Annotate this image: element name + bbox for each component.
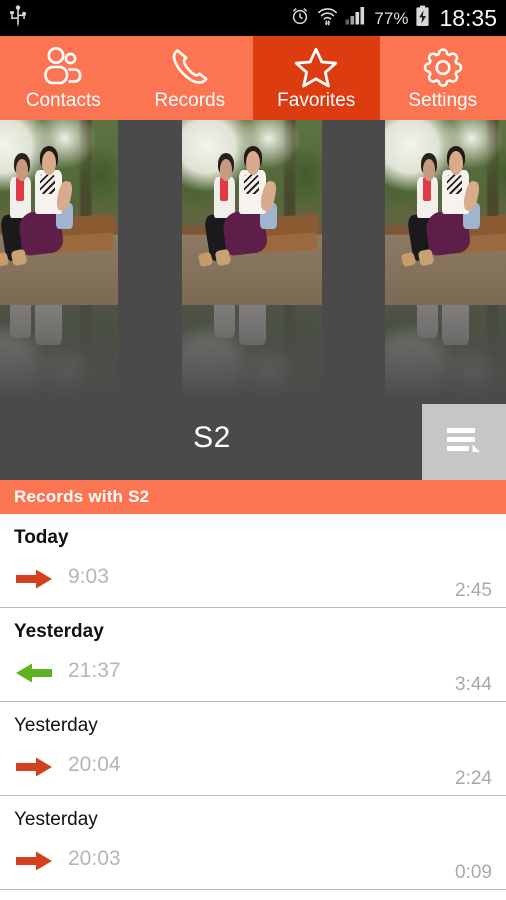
records-section-header: Records with S2 [0,480,506,514]
gear-icon [421,44,465,90]
person-shape [221,305,269,307]
person-shape [400,251,416,268]
record-time-label: 9:03 [68,565,109,588]
person-shape [35,305,62,346]
person-shape [417,248,434,266]
record-duration-label: 2:45 [455,580,492,601]
photo-reflection [385,305,506,395]
person-shape [243,173,259,194]
carousel-slide-center[interactable] [182,120,322,395]
tab-records[interactable]: Records [127,36,254,120]
person-shape [17,305,65,307]
usb-icon [8,4,28,32]
person-shape [39,173,55,194]
photo-reflection [0,305,118,395]
photo-reflection-inner [182,305,322,395]
record-day-label: Yesterday [14,715,98,736]
record-day-label: Yesterday [14,809,98,830]
table-row[interactable]: Yesterday 20:04 2:24 [0,702,506,796]
carousel-slide-right[interactable] [385,120,506,395]
photo-artwork [182,120,322,305]
photo-reflection-inner [0,305,118,395]
person-shape [10,305,32,338]
person-shape [214,248,231,266]
list-menu-icon [444,423,484,462]
tab-settings[interactable]: Settings [380,36,506,120]
person-shape [219,177,229,202]
tab-contacts-label: Contacts [25,90,101,111]
carousel-slide-left[interactable] [0,120,118,395]
person-shape [15,177,25,202]
star-icon [293,44,339,90]
person-shape [10,248,27,266]
contact-photo [385,120,506,305]
record-duration-label: 3:44 [455,674,492,695]
photo-artwork [385,120,506,305]
tab-contacts[interactable]: Contacts [0,36,127,120]
person-shape [197,251,213,268]
record-duration-label: 2:24 [455,768,492,789]
record-duration-label: 0:09 [455,862,492,883]
status-bar-clock: 18:35 [439,4,497,31]
contact-name: S2 [193,420,231,454]
person-shape [214,305,236,338]
status-bar: 77% 18:35 [0,0,506,36]
contact-photo [182,120,322,305]
photo-reflection [182,305,322,395]
table-row[interactable]: Today 9:03 2:45 [0,514,506,608]
photo-reflection-inner [385,305,506,395]
person-shape [422,177,432,202]
person-shape [417,305,439,338]
status-bar-left [0,4,28,32]
record-time-label: 20:03 [68,847,121,870]
contact-photo [0,120,118,305]
arrow-left-icon [14,660,54,686]
photo-carousel[interactable] [0,120,506,395]
tab-favorites-label: Favorites [277,90,356,111]
phone-handset-icon [168,44,212,90]
alarm-clock-icon [290,6,310,31]
tab-records-label: Records [154,90,226,111]
status-bar-right: 77% 18:35 [290,5,506,32]
table-row[interactable]: Yesterday 21:37 3:44 [0,608,506,702]
wifi-icon [317,6,338,31]
record-time-label: 21:37 [68,659,121,682]
person-shape [239,305,266,346]
record-day-label: Today [14,527,69,548]
tab-settings-label: Settings [408,90,478,111]
person-shape [446,173,462,194]
tab-favorites[interactable]: Favorites [253,36,380,120]
tab-bar: Contacts Records Favorites Settings [0,36,506,120]
phone-screen: 77% 18:35 Contacts Records Favorites Set… [0,0,506,900]
photo-artwork [385,305,506,395]
arrow-right-icon [14,848,54,874]
contacts-icon [40,44,86,90]
photo-artwork [0,305,118,395]
cellular-signal-icon [345,6,367,30]
records-section-title: Records with S2 [14,487,150,506]
battery-percent-label: 77% [374,8,409,28]
contact-name-bar: S2 [0,395,506,480]
photo-artwork [182,305,322,395]
person-shape [442,305,469,346]
table-row[interactable]: Yesterday 20:03 0:09 [0,796,506,890]
records-list[interactable]: Today 9:03 2:45 Yesterday 21:37 3:44 Yes… [0,514,506,900]
arrow-right-icon [14,754,54,780]
record-day-label: Yesterday [14,621,104,642]
photo-artwork [0,120,118,305]
record-time-label: 20:04 [68,753,121,776]
battery-charging-icon [415,5,430,32]
overflow-menu-button[interactable] [422,404,506,480]
arrow-right-icon [14,566,54,592]
person-shape [424,305,472,307]
